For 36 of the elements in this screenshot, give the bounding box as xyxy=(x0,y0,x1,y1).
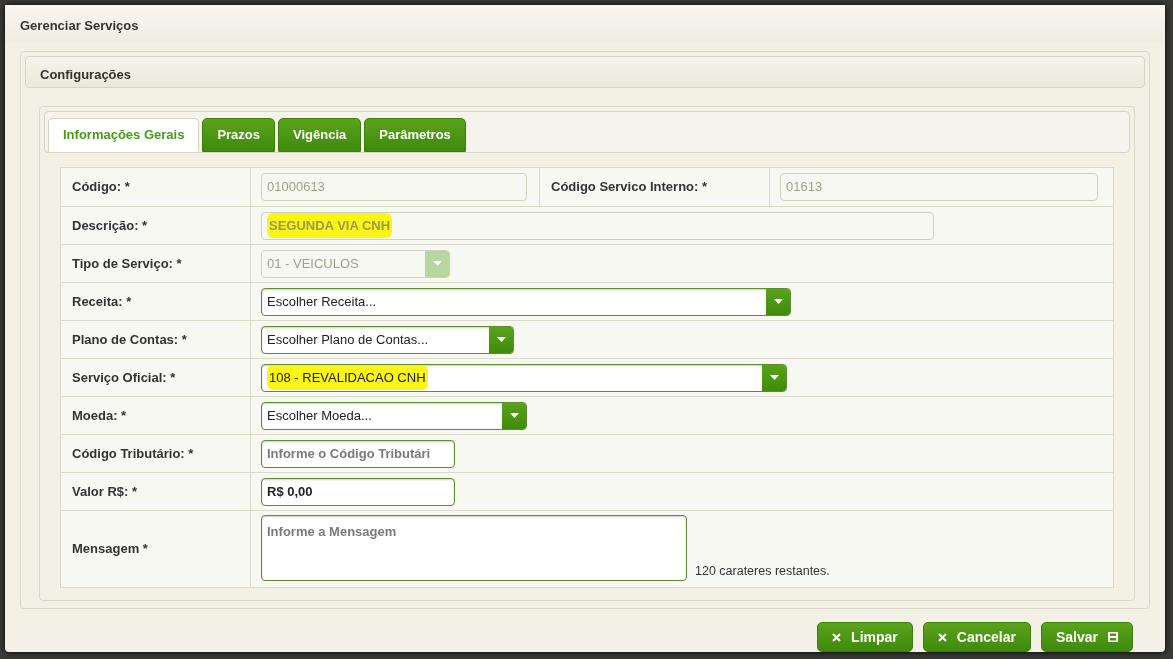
field-label: Mensagem * xyxy=(61,511,251,587)
panel-header: Configurações xyxy=(25,56,1145,88)
tab[interactable]: Informações Gerais xyxy=(48,118,200,152)
dropdown[interactable]: Escolher Moeda... xyxy=(261,401,527,430)
field-label: Descrição: * xyxy=(61,207,251,244)
tab[interactable]: Prazos xyxy=(202,118,276,152)
save-icon xyxy=(1108,632,1118,642)
caret-icon xyxy=(773,299,783,304)
caret-icon xyxy=(496,337,506,342)
button[interactable]: Cancelar xyxy=(922,622,1031,652)
field-label: Moeda: * xyxy=(61,397,251,434)
field-label: Receita: * xyxy=(61,283,251,320)
dropdown[interactable]: Escolher Plano de Contas... xyxy=(261,325,514,354)
field-label: Código Servico Interno: * xyxy=(539,168,770,206)
field-label: Código: * xyxy=(61,168,251,206)
field-label: Serviço Oficial: * xyxy=(61,359,251,396)
button[interactable]: Salvar xyxy=(1040,622,1133,652)
input-field[interactable]: Informe o Código Tributári xyxy=(261,439,455,468)
close-icon xyxy=(832,632,842,642)
caret-icon xyxy=(432,261,442,266)
window-title: Gerenciar Serviços xyxy=(20,17,139,35)
close-icon xyxy=(937,632,947,642)
field-label: Valor R$: * xyxy=(61,473,251,510)
button[interactable]: Limpar xyxy=(817,622,913,652)
character-counter: 120 carateres restantes. xyxy=(695,563,830,581)
input-field[interactable]: R$ 0,00 xyxy=(261,477,455,506)
dropdown[interactable]: 108 - REVALIDACAO CNH xyxy=(261,363,787,392)
caret-icon xyxy=(509,413,519,418)
field-label: Código Tributário: * xyxy=(61,435,251,472)
caret-icon xyxy=(769,375,779,380)
dropdown[interactable]: Escolher Receita... xyxy=(261,287,791,316)
field-label: Plano de Contas: * xyxy=(61,321,251,358)
message-field[interactable]: Informe a Mensagem xyxy=(261,515,687,581)
tab[interactable]: Vigência xyxy=(278,118,362,152)
tab[interactable]: Parâmetros xyxy=(364,118,466,152)
field-label: Tipo de Serviço: * xyxy=(61,245,251,282)
